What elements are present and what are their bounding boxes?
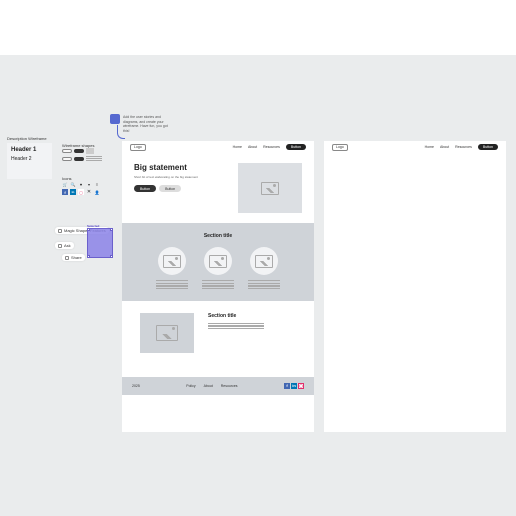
header2-sample[interactable]: Header 2 [11, 156, 48, 162]
feature-col [202, 247, 234, 291]
image-placeholder-icon [158, 247, 186, 275]
nav-home[interactable]: Home [425, 145, 434, 149]
hero-subtitle: Short bit of text elaborating on the big… [134, 175, 226, 179]
logo[interactable]: Logo [130, 144, 146, 151]
icons-panel: 🛒 🔍 ♥ ▾ ≡ f in ◻ ✕ 👤 [62, 181, 110, 197]
magic-shape-button[interactable]: Magic Shape [55, 227, 90, 234]
swatch-shape[interactable] [86, 148, 94, 154]
wireframe-page-2[interactable]: Logo Home About Resources Button [324, 141, 506, 432]
footer: 2025 Policy About Resources f in ◻ [122, 377, 314, 395]
pill-shape[interactable] [62, 157, 72, 161]
detail-section: Section title [122, 301, 314, 365]
lines-shape[interactable] [86, 156, 102, 162]
section-title: Section title [134, 233, 302, 239]
resize-handle[interactable] [87, 228, 90, 231]
user-icon[interactable]: 👤 [94, 189, 100, 195]
nav-resources[interactable]: Resources [455, 145, 472, 149]
footer-link-resources[interactable]: Resources [221, 384, 238, 388]
feature-col [248, 247, 280, 291]
resize-handle[interactable] [110, 228, 113, 231]
instagram-icon[interactable]: ◻ [78, 189, 84, 195]
hero-section: Big statement Short bit of text elaborat… [122, 153, 314, 223]
facebook-icon[interactable]: f [284, 383, 290, 389]
heart-icon[interactable]: ♥ [78, 181, 84, 187]
hero-title: Big statement [134, 163, 226, 172]
facebook-icon[interactable]: f [62, 189, 68, 195]
navbar: Logo Home About Resources Button [122, 141, 314, 153]
features-section: Section title [122, 223, 314, 301]
navbar: Logo Home About Resources Button [324, 141, 506, 153]
resize-handle[interactable] [87, 255, 90, 258]
desc-wireframe-label: Description Wireframe [7, 136, 47, 141]
nav-resources[interactable]: Resources [263, 145, 280, 149]
cart-icon[interactable]: 🛒 [62, 181, 68, 187]
nav-cta-button[interactable]: Button [478, 144, 498, 150]
footer-link-policy[interactable]: Policy [186, 384, 195, 388]
header1-sample[interactable]: Header 1 [11, 147, 48, 153]
linkedin-icon[interactable]: in [70, 189, 76, 195]
pill-dark-shape[interactable] [74, 149, 84, 153]
footer-link-about[interactable]: About [204, 384, 213, 388]
footer-year: 2025 [132, 384, 140, 388]
feature-col [156, 247, 188, 291]
callout-text: Add the user stories and diagrams, and c… [123, 115, 173, 133]
menu-icon[interactable]: ≡ [94, 181, 100, 187]
share-button[interactable]: Share [62, 254, 85, 261]
logo[interactable]: Logo [332, 144, 348, 151]
nav-about[interactable]: About [440, 145, 449, 149]
instagram-icon[interactable]: ◻ [298, 383, 304, 389]
section-title: Section title [208, 313, 264, 319]
nav-home[interactable]: Home [233, 145, 242, 149]
nav-cta-button[interactable]: Button [286, 144, 306, 150]
wireframe-page-1[interactable]: Logo Home About Resources Button Big sta… [122, 141, 314, 432]
image-placeholder-icon [204, 247, 232, 275]
nav-about[interactable]: About [248, 145, 257, 149]
callout-marker[interactable] [110, 114, 120, 124]
close-icon[interactable]: ✕ [86, 189, 92, 195]
chevron-down-icon[interactable]: ▾ [86, 181, 92, 187]
image-placeholder-icon [250, 247, 278, 275]
shapes-panel [62, 148, 110, 164]
hero-image-placeholder [238, 163, 302, 213]
linkedin-icon[interactable]: in [291, 383, 297, 389]
selected-shape[interactable] [87, 228, 113, 258]
hero-button-secondary[interactable]: Button [159, 185, 181, 192]
pill-dark-shape[interactable] [74, 157, 84, 161]
ask-button[interactable]: Ask [55, 242, 74, 249]
callout-arrow [117, 125, 125, 139]
typography-panel: Header 1 Header 2 [7, 143, 52, 179]
image-placeholder [140, 313, 194, 353]
resize-handle[interactable] [110, 255, 113, 258]
hero-button-primary[interactable]: Button [134, 185, 156, 192]
search-icon[interactable]: 🔍 [70, 181, 76, 187]
pill-shape[interactable] [62, 149, 72, 153]
